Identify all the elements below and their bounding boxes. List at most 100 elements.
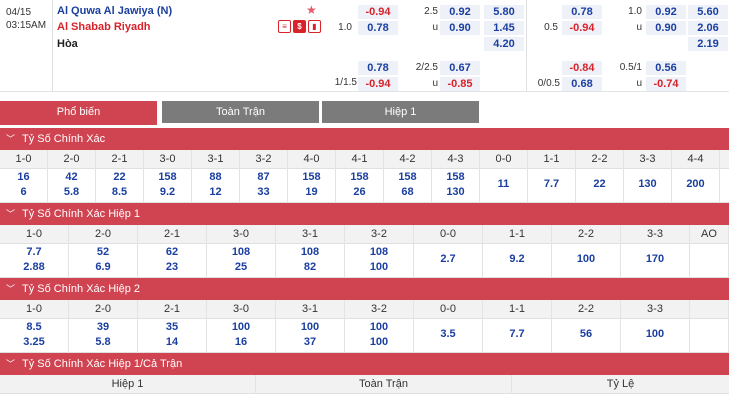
dollar-icon[interactable]: $ [293, 20, 306, 33]
home-score-odds[interactable]: 158 [384, 171, 431, 183]
tab-full-match[interactable]: Toàn Trận [162, 101, 319, 123]
home-score-odds[interactable]: 52 [69, 246, 137, 258]
home-score-odds[interactable]: 100 [276, 321, 344, 333]
away-score-odds[interactable]: 25 [207, 261, 275, 273]
match-icons: ≡ $ ▮ [278, 20, 321, 33]
draw-score-odds[interactable]: 56 [552, 328, 620, 340]
away-score-odds[interactable]: 5.8 [69, 336, 137, 348]
h1-hdp2-home-odds[interactable]: -0.84 [562, 61, 602, 75]
away-score-odds[interactable]: 2.88 [0, 261, 68, 273]
score-label: 0-0 [414, 300, 483, 319]
h1-1x2-away[interactable]: 2.06 [688, 21, 728, 35]
list-icon[interactable]: ≡ [278, 20, 291, 33]
h1-ou2-over-odds[interactable]: 0.56 [646, 61, 686, 75]
away-score-odds[interactable]: 19 [288, 186, 335, 198]
score-odds-cell: 158 26 [336, 169, 384, 203]
h1-1x2-home[interactable]: 5.60 [688, 5, 728, 19]
away-score-odds[interactable]: 8.5 [96, 186, 143, 198]
away-score-odds[interactable]: 5.8 [48, 186, 95, 198]
home-score-odds[interactable]: 100 [345, 321, 413, 333]
score-label: 0-0 [414, 225, 483, 244]
home-score-odds[interactable]: 35 [138, 321, 206, 333]
away-score-odds[interactable]: 100 [345, 336, 413, 348]
ft-ou-line: 2.5 [424, 6, 438, 17]
score-label: 4-3 [432, 150, 480, 169]
ft-ou2-under-odds[interactable]: -0.85 [440, 77, 480, 91]
home-score-odds[interactable]: 100 [207, 321, 275, 333]
star-icon[interactable]: ★ [306, 3, 317, 17]
home-score-odds[interactable]: 108 [345, 246, 413, 258]
away-score-odds[interactable]: 33 [240, 186, 287, 198]
away-score-odds[interactable]: 6 [0, 186, 47, 198]
ft-hdp-away-odds[interactable]: 0.78 [358, 21, 398, 35]
home-score-odds[interactable]: 22 [96, 171, 143, 183]
away-score-odds[interactable]: 68 [384, 186, 431, 198]
h1-hdp-away-odds[interactable]: -0.94 [562, 21, 602, 35]
ft-hdp-home-odds[interactable]: -0.94 [358, 5, 398, 19]
ft-1x2-away[interactable]: 1.45 [484, 21, 524, 35]
home-score-odds[interactable]: 7.7 [0, 246, 68, 258]
ft-hdp2-away-odds[interactable]: -0.94 [358, 77, 398, 91]
section-ht-ft-score[interactable]: ﹀ Tỷ Số Chính Xác Hiệp 1/Cả Trận [0, 353, 729, 375]
draw-score-odds[interactable]: 7.7 [483, 328, 551, 340]
away-score-odds[interactable]: 16 [207, 336, 275, 348]
away-score-odds[interactable]: 23 [138, 261, 206, 273]
ft-1x2-draw[interactable]: 4.20 [484, 37, 524, 51]
draw-score-odds[interactable]: 100 [552, 253, 620, 265]
draw-score-odds[interactable]: 2.7 [414, 253, 482, 265]
section-correct-score[interactable]: ﹀ Tỷ Số Chính Xác [0, 128, 729, 150]
home-score-odds[interactable]: 8.5 [0, 321, 68, 333]
draw-score-odds[interactable]: 170 [621, 253, 689, 265]
draw-score-odds[interactable]: 22 [576, 178, 623, 190]
section-correct-score-h2[interactable]: ﹀ Tỷ Số Chính Xác Hiệp 2 [0, 278, 729, 300]
home-score-odds[interactable]: 87 [240, 171, 287, 183]
ft-ou-under-odds[interactable]: 0.90 [440, 21, 480, 35]
home-score-odds[interactable]: 158 [144, 171, 191, 183]
home-team[interactable]: Al Quwa Al Jawiya (N) [57, 5, 172, 17]
draw-score-odds[interactable]: 11 [480, 178, 527, 190]
away-score-odds[interactable]: 130 [432, 186, 479, 198]
away-score-odds[interactable]: 9.2 [144, 186, 191, 198]
home-score-odds[interactable]: 158 [336, 171, 383, 183]
section-correct-score-h1[interactable]: ﹀ Tỷ Số Chính Xác Hiệp 1 [0, 203, 729, 225]
draw-score-odds[interactable]: 7.7 [528, 178, 575, 190]
tab-first-half[interactable]: Hiệp 1 [322, 101, 479, 123]
home-score-odds[interactable]: 158 [432, 171, 479, 183]
ft-1x2-home[interactable]: 5.80 [484, 5, 524, 19]
tab-popular[interactable]: Phổ biến [0, 101, 157, 125]
draw-score-odds[interactable]: 130 [624, 178, 671, 190]
draw-score-odds[interactable]: 3.5 [414, 328, 482, 340]
home-score-odds[interactable]: 39 [69, 321, 137, 333]
draw-score-odds[interactable]: 9.2 [483, 253, 551, 265]
away-score-odds[interactable]: 82 [276, 261, 344, 273]
h1-ou2-under-odds[interactable]: -0.74 [646, 77, 686, 91]
ft-ou2-over-odds[interactable]: 0.67 [440, 61, 480, 75]
away-score-odds[interactable]: 26 [336, 186, 383, 198]
away-team[interactable]: Al Shabab Riyadh [57, 21, 151, 33]
h1-1x2-draw[interactable]: 2.19 [688, 37, 728, 51]
away-score-odds[interactable]: 3.25 [0, 336, 68, 348]
home-score-odds[interactable]: 158 [288, 171, 335, 183]
away-score-odds[interactable]: 14 [138, 336, 206, 348]
home-score-odds[interactable]: 16 [0, 171, 47, 183]
home-score-odds[interactable]: 62 [138, 246, 206, 258]
h1-hdp-home-odds[interactable]: 0.78 [562, 5, 602, 19]
score-odds-cell: 42 5.8 [48, 169, 96, 203]
away-score-odds[interactable]: 12 [192, 186, 239, 198]
h1-ou-over-odds[interactable]: 0.92 [646, 5, 686, 19]
home-score-odds[interactable]: 42 [48, 171, 95, 183]
h1-hdp2-away-odds[interactable]: 0.68 [562, 77, 602, 91]
home-score-odds[interactable]: 108 [276, 246, 344, 258]
chart-icon[interactable]: ▮ [308, 20, 321, 33]
away-score-odds[interactable]: 100 [345, 261, 413, 273]
ft-hdp2-home-odds[interactable]: 0.78 [358, 61, 398, 75]
away-score-odds[interactable]: 37 [276, 336, 344, 348]
h1-ou-under-odds[interactable]: 0.90 [646, 21, 686, 35]
home-score-odds[interactable]: 108 [207, 246, 275, 258]
match-row: 04/15 03:15AM Al Quwa Al Jawiya (N) Al S… [0, 0, 729, 92]
draw-score-odds[interactable]: 100 [621, 328, 689, 340]
home-score-odds[interactable]: 88 [192, 171, 239, 183]
away-score-odds[interactable]: 6.9 [69, 261, 137, 273]
ft-ou-over-odds[interactable]: 0.92 [440, 5, 480, 19]
draw-score-odds[interactable]: 200 [672, 178, 719, 190]
